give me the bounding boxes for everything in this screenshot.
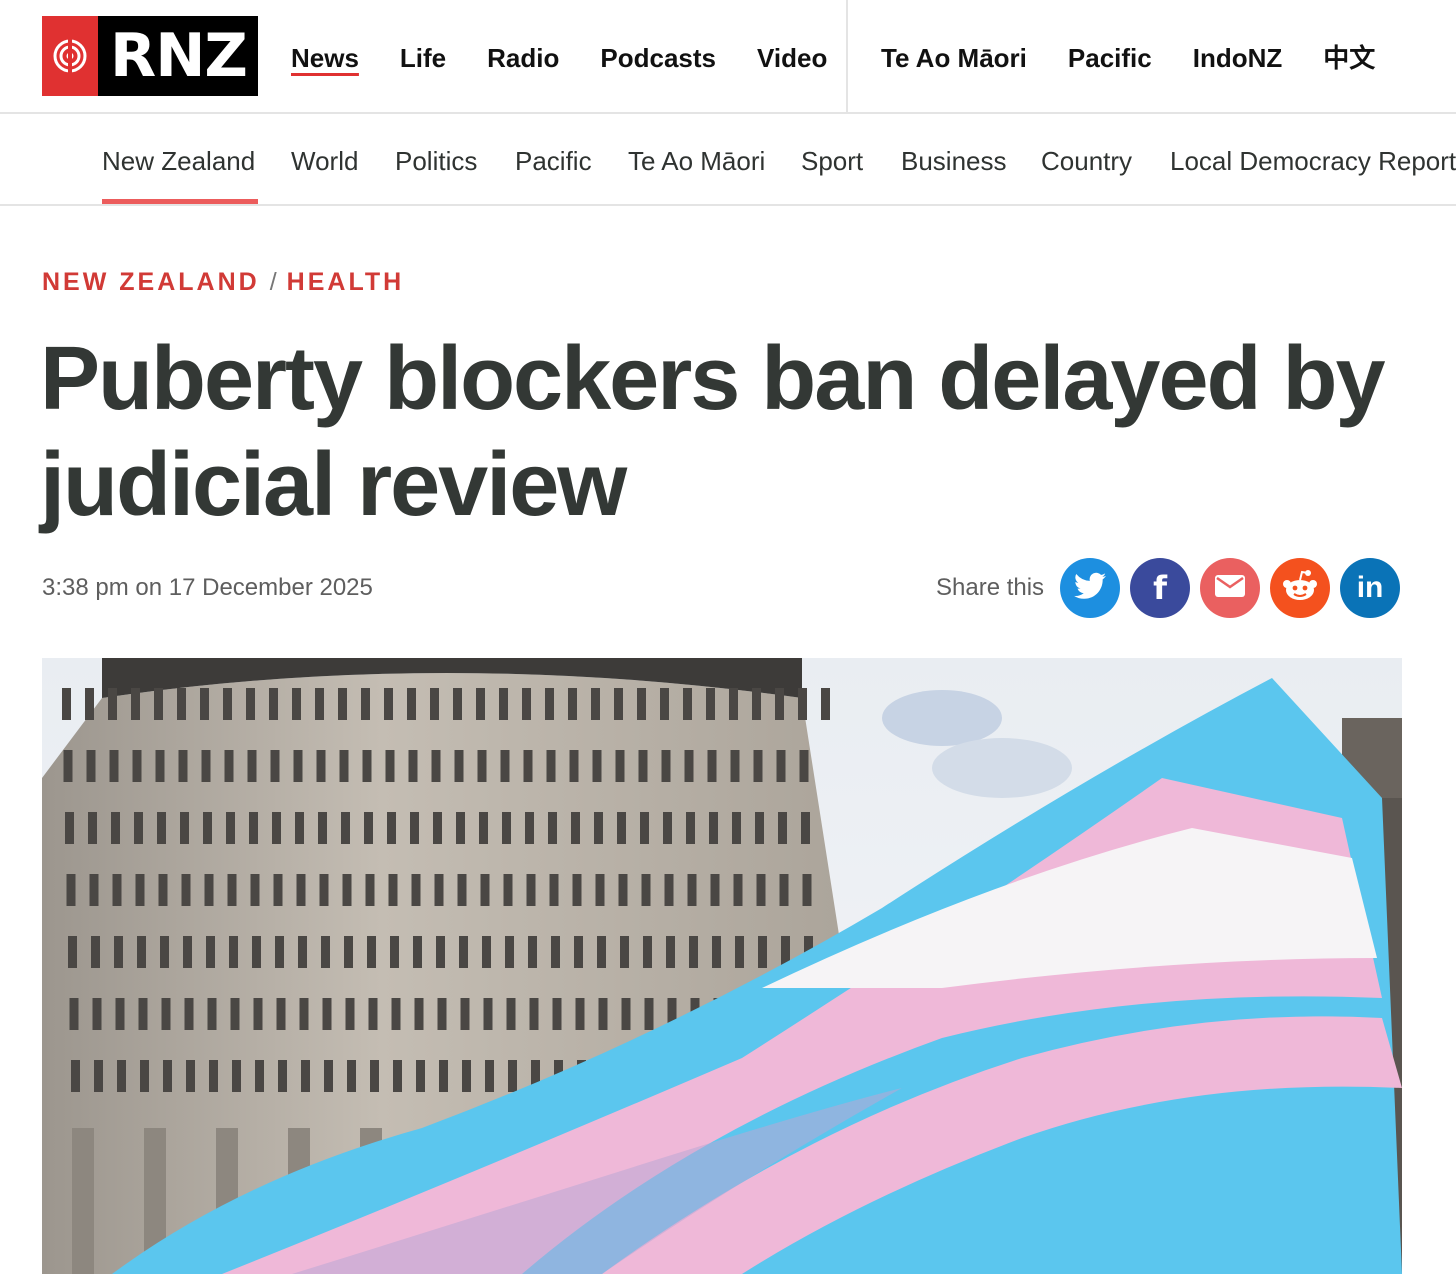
language-nav: Te Ao Māori Pacific IndoNZ 中文 (881, 38, 1416, 78)
nav-news[interactable]: News (291, 38, 359, 78)
share-bar: Share this f in (936, 558, 1401, 618)
nav-te-ao-maori[interactable]: Te Ao Māori (881, 38, 1027, 78)
nav-indonz[interactable]: IndoNZ (1193, 38, 1283, 78)
active-section-indicator (102, 199, 258, 204)
share-twitter-button[interactable] (1060, 558, 1121, 618)
twitter-bird-icon (1074, 572, 1107, 605)
breadcrumb: NEW ZEALAND / HEALTH (42, 268, 404, 297)
nav-life[interactable]: Life (400, 38, 446, 78)
section-te-ao-maori[interactable]: Te Ao Māori (628, 144, 765, 178)
reddit-alien-icon (1280, 569, 1320, 608)
section-nav: New Zealand World Politics Pacific Te Ao… (0, 114, 1456, 206)
section-new-zealand[interactable]: New Zealand (102, 144, 255, 178)
section-politics[interactable]: Politics (395, 144, 477, 178)
envelope-icon (1215, 574, 1246, 602)
rnz-logo[interactable]: RNZ (42, 16, 258, 96)
article-timestamp: 3:38 pm on 17 December 2025 (42, 574, 373, 601)
section-world[interactable]: World (291, 144, 358, 178)
section-pacific[interactable]: Pacific (515, 144, 592, 178)
section-sport[interactable]: Sport (801, 144, 863, 178)
share-label: Share this (936, 574, 1045, 601)
nav-chinese[interactable]: 中文 (1323, 38, 1375, 78)
primary-nav: News Life Radio Podcasts Video (291, 38, 868, 78)
share-facebook-button[interactable]: f (1130, 558, 1191, 618)
linkedin-in-icon: in (1356, 571, 1384, 604)
nav-pacific[interactable]: Pacific (1068, 38, 1152, 78)
nav-video[interactable]: Video (757, 38, 827, 78)
nav-radio[interactable]: Radio (487, 38, 559, 78)
section-local-democracy-reporting[interactable]: Local Democracy Reporting (1170, 144, 1456, 178)
facebook-f-icon: f (1153, 569, 1168, 607)
section-country[interactable]: Country (1041, 144, 1132, 178)
site-header: RNZ News Life Radio Podcasts Video Te Ao… (0, 0, 1456, 114)
share-email-button[interactable] (1200, 558, 1261, 618)
section-business[interactable]: Business (901, 144, 1007, 178)
share-linkedin-button[interactable]: in (1340, 558, 1401, 618)
rnz-logo-mark-icon (42, 16, 98, 96)
rnz-logo-text: RNZ (110, 21, 248, 91)
share-reddit-button[interactable] (1270, 558, 1331, 618)
breadcrumb-new-zealand[interactable]: NEW ZEALAND (42, 268, 260, 296)
nav-divider (846, 0, 848, 114)
breadcrumb-health[interactable]: HEALTH (287, 268, 405, 296)
article-headline: Puberty blockers ban delayed by judicial… (40, 329, 1386, 535)
nav-podcasts[interactable]: Podcasts (600, 38, 716, 78)
breadcrumb-separator: / (269, 268, 277, 296)
article-hero-image (42, 658, 1402, 1274)
